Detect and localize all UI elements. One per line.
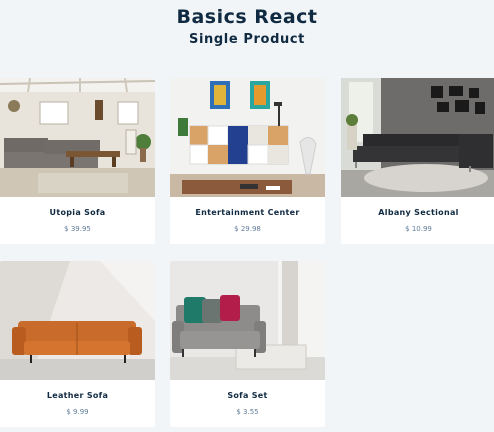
- leather-sofa-image[interactable]: [0, 261, 155, 380]
- page-title: Basics React: [176, 6, 318, 28]
- product-price: $ 3.55: [236, 408, 259, 416]
- entertainment-center-image[interactable]: [170, 78, 325, 197]
- product-name[interactable]: Sofa Set: [170, 391, 325, 400]
- dark-sectional-image[interactable]: [341, 78, 494, 197]
- page-subtitle: Single Product: [189, 32, 305, 47]
- product-price: $ 29.98: [234, 225, 261, 233]
- product-price: $ 10.99: [405, 225, 432, 233]
- product-name[interactable]: Albany Sectional: [341, 208, 494, 217]
- product-card-albany-sectional[interactable]: Albany Sectional $ 10.99: [341, 78, 494, 244]
- products-page: Basics React Single Product Utopia Sofa …: [0, 0, 494, 432]
- product-price: $ 9.99: [66, 408, 89, 416]
- product-name[interactable]: Leather Sofa: [0, 391, 155, 400]
- grey-sofa-image[interactable]: [170, 261, 325, 380]
- product-price: $ 39.95: [64, 225, 91, 233]
- living-room-sectional-image[interactable]: [0, 78, 155, 197]
- product-name[interactable]: Utopia Sofa: [0, 208, 155, 217]
- product-card-leather-sofa[interactable]: Leather Sofa $ 9.99: [0, 261, 155, 427]
- product-name[interactable]: Entertainment Center: [170, 208, 325, 217]
- product-card-entertainment-center[interactable]: Entertainment Center $ 29.98: [170, 78, 325, 244]
- product-card-sofa-set[interactable]: Sofa Set $ 3.55: [170, 261, 325, 427]
- product-card-utopia-sofa[interactable]: Utopia Sofa $ 39.95: [0, 78, 155, 244]
